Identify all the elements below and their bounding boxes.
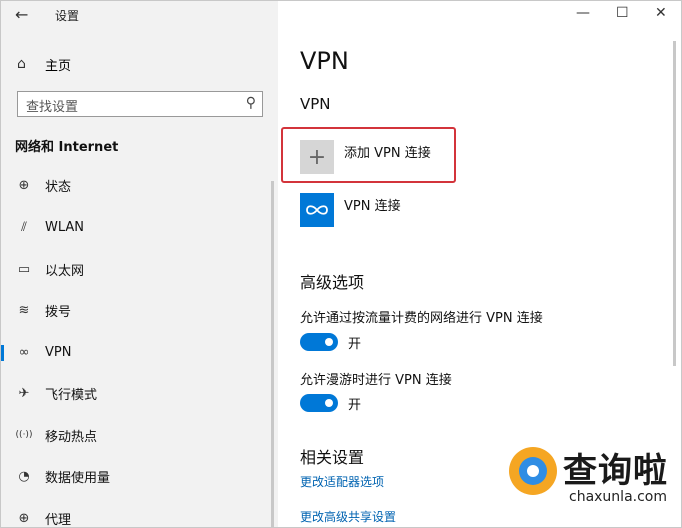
add-vpn-button[interactable]: + 添加 VPN 连接 — [300, 140, 431, 174]
close-icon[interactable]: ✕ — [655, 5, 667, 21]
vpn-connection-item[interactable]: VPN 连接 — [300, 193, 401, 227]
globe-icon: ⊕ — [18, 177, 30, 193]
vpn-section-title: VPN — [300, 95, 331, 113]
sidebar-item-data-usage[interactable]: ◔ 数据使用量 — [1, 461, 278, 491]
advanced-options-title: 高级选项 — [300, 273, 365, 292]
sharing-settings-link[interactable]: 更改高级共享设置 — [300, 508, 396, 525]
sidebar-item-label: WLAN — [45, 219, 85, 235]
watermark-sub: chaxunla.com — [569, 489, 667, 505]
sidebar-item-status[interactable]: ⊕ 状态 — [1, 170, 278, 200]
sidebar-item-label: 代理 — [45, 512, 72, 528]
search-placeholder: 查找设置 — [26, 100, 79, 115]
watermark-text: 查询啦 — [563, 451, 668, 491]
sidebar-item-home[interactable]: ⌂ 主页 — [17, 53, 71, 75]
sidebar-item-label: 以太网 — [45, 263, 85, 279]
airplane-icon: ✈ — [18, 385, 30, 401]
vpn-connection-label: VPN 连接 — [344, 199, 401, 214]
search-icon: ⚲ — [245, 95, 256, 111]
sidebar-item-airplane[interactable]: ✈ 飞行模式 — [1, 378, 278, 408]
search-input[interactable]: 查找设置 ⚲ — [17, 91, 263, 117]
sidebar-item-dialup[interactable]: ≋ 拨号 — [1, 295, 278, 325]
sidebar-item-label: 主页 — [45, 58, 72, 74]
related-settings-title: 相关设置 — [300, 448, 365, 467]
page-title: VPN — [300, 47, 349, 75]
roaming-toggle[interactable] — [300, 394, 338, 412]
vpn-connection-icon — [300, 193, 334, 227]
sidebar-item-label: VPN — [45, 344, 72, 360]
main-scrollbar[interactable] — [673, 41, 676, 366]
sidebar-item-wlan[interactable]: ⫽ WLAN — [1, 212, 278, 242]
sidebar-item-ethernet[interactable]: ▭ 以太网 — [1, 254, 278, 284]
data-usage-icon: ◔ — [18, 468, 30, 484]
ethernet-icon: ▭ — [17, 261, 31, 277]
metered-option-label: 允许通过按流量计费的网络进行 VPN 连接 — [300, 311, 543, 326]
plus-icon: + — [300, 140, 334, 174]
metered-toggle-state: 开 — [348, 337, 362, 352]
home-icon: ⌂ — [17, 56, 26, 72]
add-vpn-label: 添加 VPN 连接 — [344, 146, 431, 161]
sidebar-item-label: 状态 — [45, 179, 72, 195]
window-title: 设置 — [55, 9, 80, 23]
section-title: 网络和 Internet — [15, 140, 119, 155]
watermark-circle-dot — [527, 465, 539, 477]
proxy-icon: ⊕ — [18, 510, 30, 526]
sidebar-item-label: 飞行模式 — [45, 387, 98, 403]
roaming-toggle-state: 开 — [348, 398, 362, 413]
watermark-logo: 查询啦 chaxunla.com — [503, 441, 681, 527]
roaming-option-label: 允许漫游时进行 VPN 连接 — [300, 373, 452, 388]
sidebar-item-label: 拨号 — [45, 304, 72, 320]
vpn-icon: ∞ — [18, 344, 30, 360]
minimize-icon[interactable]: — — [576, 5, 590, 21]
sidebar-item-hotspot[interactable]: ((·)) 移动热点 — [1, 420, 278, 450]
sidebar-item-vpn[interactable]: ∞ VPN — [1, 337, 278, 367]
settings-window: ← 设置 ⌂ 主页 查找设置 ⚲ 网络和 Internet ⊕ 状态 ⫽ WLA… — [0, 0, 682, 528]
sidebar-item-label: 数据使用量 — [45, 470, 111, 486]
adapter-options-link[interactable]: 更改适配器选项 — [300, 473, 384, 490]
sidebar-item-label: 移动热点 — [45, 429, 98, 445]
wifi-icon: ⫽ — [21, 219, 27, 235]
titlebar: ← 设置 — [1, 1, 278, 31]
maximize-icon[interactable]: ☐ — [616, 5, 629, 21]
sidebar: ← 设置 ⌂ 主页 查找设置 ⚲ 网络和 Internet ⊕ 状态 ⫽ WLA… — [1, 1, 278, 527]
sidebar-item-proxy[interactable]: ⊕ 代理 — [1, 503, 278, 528]
metered-toggle[interactable] — [300, 333, 338, 351]
dialup-icon: ≋ — [18, 302, 30, 318]
sidebar-scrollbar[interactable] — [271, 181, 274, 527]
hotspot-icon: ((·)) — [15, 430, 33, 440]
back-arrow-icon[interactable]: ← — [15, 5, 28, 24]
